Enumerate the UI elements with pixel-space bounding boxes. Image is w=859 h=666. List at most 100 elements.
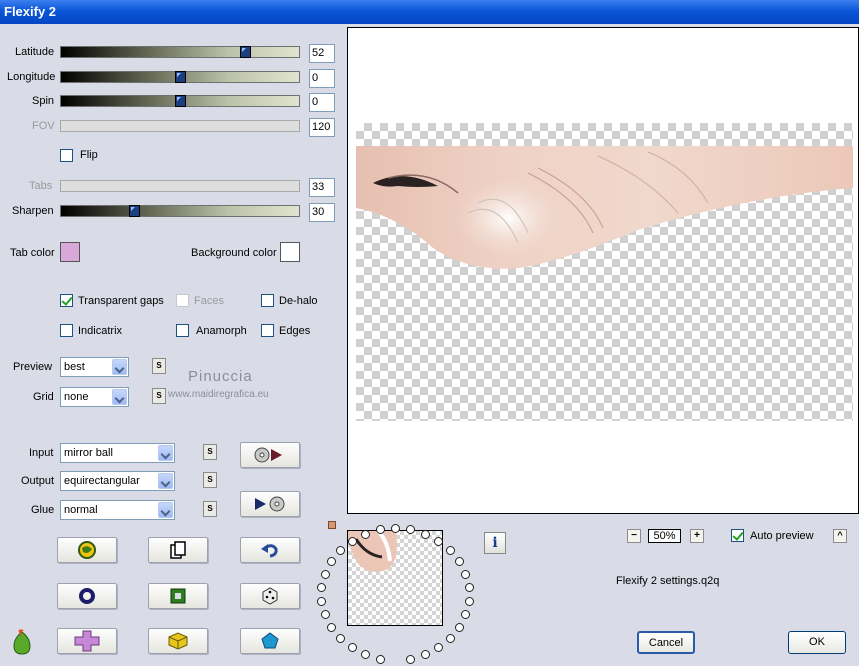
sharpen-slider[interactable] — [60, 205, 300, 217]
navigator-ring-dot — [375, 654, 385, 664]
spin-field[interactable]: 0 — [309, 93, 335, 112]
grid-shortcut-button[interactable]: S — [152, 388, 166, 404]
edges-checkbox[interactable] — [261, 324, 274, 337]
sharpen-label: Sharpen — [12, 205, 54, 217]
navigator-ring-dot — [347, 536, 357, 546]
longitude-slider[interactable] — [60, 71, 300, 83]
spin-slider[interactable] — [60, 95, 300, 107]
output-load-button[interactable] — [240, 491, 300, 517]
fov-slider — [60, 120, 300, 132]
input-select[interactable]: mirror ball — [60, 443, 175, 463]
copy-button[interactable] — [148, 537, 208, 563]
navigator-ring-dot — [391, 524, 400, 533]
watermark-name: Pinuccia — [188, 368, 253, 385]
chevron-down-icon[interactable] — [112, 389, 127, 405]
navigator-ring-dot — [461, 569, 471, 579]
output-select[interactable]: equirectangular — [60, 471, 175, 491]
navigator-ring-dot — [434, 643, 444, 653]
copy-icon — [170, 541, 186, 559]
anamorph-label: Anamorph — [196, 325, 247, 337]
preview-canvas[interactable] — [347, 27, 859, 514]
info-button[interactable]: i — [484, 532, 506, 554]
ok-button[interactable]: OK — [788, 631, 846, 654]
cross-button[interactable] — [57, 628, 117, 654]
grid-select-value: none — [64, 391, 89, 403]
zoom-in-button[interactable]: + — [690, 529, 704, 543]
longitude-thumb[interactable] — [175, 71, 186, 83]
chevron-down-icon[interactable] — [112, 359, 127, 375]
fov-label: FOV — [32, 120, 55, 132]
glue-select[interactable]: normal — [60, 500, 175, 520]
cube-icon — [168, 632, 188, 650]
frame-button[interactable] — [148, 583, 208, 609]
title-bar: Flexify 2 — [0, 0, 859, 24]
thumbnail-image — [348, 531, 397, 572]
flip-checkbox[interactable] — [60, 149, 73, 162]
indicatrix-checkbox[interactable] — [60, 324, 73, 337]
latitude-slider[interactable] — [60, 46, 300, 58]
chevron-down-icon[interactable] — [158, 445, 173, 461]
faces-label: Faces — [194, 295, 224, 307]
navigator-ring-dot — [320, 569, 330, 579]
navigator-ring-dot — [336, 545, 345, 555]
cube-button[interactable] — [148, 628, 208, 654]
pentagon-button[interactable] — [240, 628, 300, 654]
transparent-gaps-label: Transparent gaps — [78, 295, 164, 307]
sharpen-field[interactable]: 30 — [309, 203, 335, 222]
navigator-ring-dot — [320, 610, 330, 620]
output-shortcut-button[interactable]: S — [203, 472, 217, 488]
chevron-down-icon[interactable] — [158, 473, 173, 489]
dice-icon — [262, 587, 278, 605]
dehalo-checkbox[interactable] — [261, 294, 274, 307]
cross-icon — [74, 630, 100, 652]
preview-select[interactable]: best — [60, 357, 129, 377]
edges-label: Edges — [279, 325, 311, 337]
latitude-thumb[interactable] — [240, 46, 251, 58]
preview-image — [356, 146, 853, 269]
navigator-ring-dot — [317, 596, 327, 606]
grid-select[interactable]: none — [60, 387, 129, 407]
input-label: Input — [29, 447, 54, 459]
zoom-level: 50% — [648, 529, 681, 543]
navigator-thumbnail[interactable] — [347, 530, 443, 626]
glue-label: Glue — [31, 504, 55, 516]
tab-color-swatch[interactable] — [60, 242, 80, 262]
cancel-button[interactable]: Cancel — [637, 631, 695, 654]
randomize-button[interactable] — [57, 537, 117, 563]
transparent-gaps-checkbox[interactable] — [60, 294, 73, 307]
navigator-ring-dot — [464, 596, 474, 606]
input-load-button[interactable] — [240, 442, 300, 468]
collapse-button[interactable]: ^ — [833, 529, 847, 543]
sharpen-thumb[interactable] — [129, 205, 140, 217]
reset-button[interactable] — [57, 583, 117, 609]
undo-button[interactable] — [240, 537, 300, 563]
anamorph-checkbox[interactable] — [176, 324, 189, 337]
undo-icon — [261, 544, 278, 558]
latitude-field[interactable]: 52 — [309, 44, 335, 63]
preview-label: Preview — [13, 361, 53, 373]
input-shortcut-button[interactable]: S — [203, 444, 217, 460]
background-color-label: Background color — [191, 247, 277, 259]
auto-preview-checkbox[interactable] — [731, 529, 744, 542]
chevron-down-icon[interactable] — [158, 502, 173, 518]
dehalo-label: De-halo — [279, 295, 318, 307]
longitude-field[interactable]: 0 — [309, 69, 335, 88]
indicatrix-label: Indicatrix — [78, 325, 123, 337]
flip-label: Flip — [80, 149, 98, 161]
tabs-field[interactable]: 33 — [309, 178, 335, 197]
auto-preview-label: Auto preview — [750, 530, 814, 542]
tabs-slider — [60, 180, 300, 192]
navigator-ring-dot — [421, 650, 431, 660]
settings-filename: Flexify 2 settings.q2q — [616, 575, 720, 587]
navigator-handle[interactable] — [328, 521, 336, 529]
zoom-out-button[interactable]: − — [627, 529, 641, 543]
preview-shortcut-button[interactable]: S — [152, 358, 166, 374]
glue-shortcut-button[interactable]: S — [203, 501, 217, 517]
spin-thumb[interactable] — [175, 95, 186, 107]
random-dice-button[interactable] — [240, 583, 300, 609]
navigator-ring-dot — [421, 529, 431, 539]
input-select-value: mirror ball — [64, 447, 113, 459]
fov-field[interactable]: 120 — [309, 118, 335, 137]
navigator-ring-dot — [464, 583, 474, 593]
background-color-swatch[interactable] — [280, 242, 300, 262]
